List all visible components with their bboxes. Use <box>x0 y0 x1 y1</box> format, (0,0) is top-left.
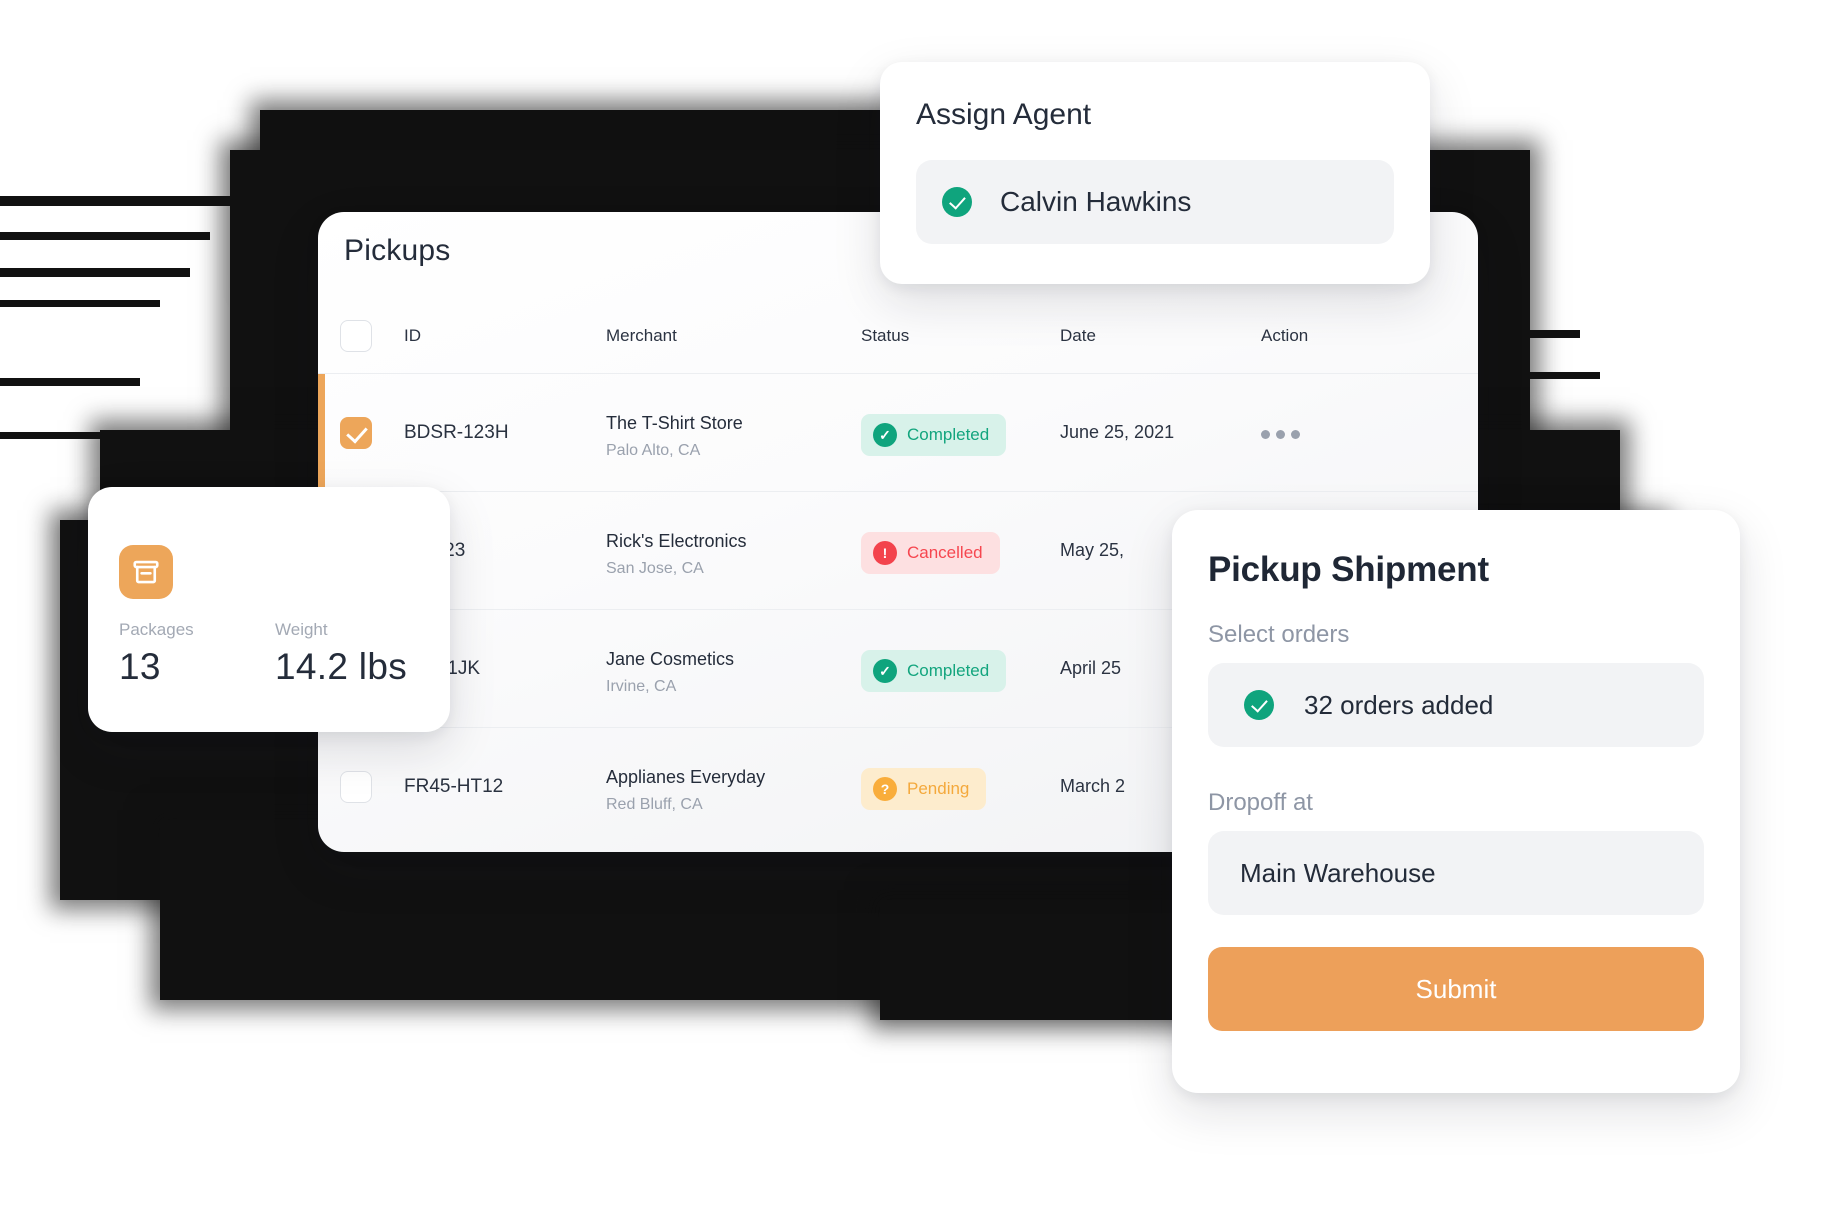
row-action-button[interactable] <box>1261 426 1300 444</box>
merchant-name: Jane Cosmetics <box>606 649 735 669</box>
merchant-name: The T-Shirt Store <box>606 413 743 433</box>
table-header-row: ID Merchant Status Date Action <box>318 304 1478 374</box>
checkbox-checked-icon[interactable] <box>340 417 372 449</box>
status-label: Completed <box>907 425 990 444</box>
more-horizontal-icon[interactable] <box>1261 430 1300 439</box>
row-checkbox[interactable] <box>340 417 372 454</box>
status-label: Pending <box>907 779 970 798</box>
agent-option[interactable]: Calvin Hawkins <box>916 160 1394 244</box>
column-header-status: Status <box>861 326 910 345</box>
status-badge: ✓ Completed <box>861 414 1007 456</box>
status-badge: ? Pending <box>861 768 987 810</box>
packages-stat: Packages 13 <box>119 620 194 688</box>
assign-agent-card: Assign Agent Calvin Hawkins <box>880 62 1430 284</box>
row-checkbox[interactable] <box>340 771 372 808</box>
agent-name: Calvin Hawkins <box>1000 186 1192 217</box>
packages-label: Packages <box>119 620 194 639</box>
cell-merchant: The T-Shirt Store Palo Alto, CA <box>606 410 743 464</box>
check-circle-icon: ✓ <box>873 423 897 447</box>
shipment-title: Pickup Shipment <box>1208 550 1489 589</box>
check-circle-icon: ✓ <box>873 659 897 683</box>
weight-value: 14.2 lbs <box>275 646 407 687</box>
weight-stat: Weight 14.2 lbs <box>275 620 407 688</box>
status-badge: ! Cancelled <box>861 532 1000 574</box>
cell-merchant: Jane Cosmetics Irvine, CA <box>606 646 734 700</box>
status-label: Completed <box>907 661 990 680</box>
column-header-action: Action <box>1261 326 1309 345</box>
cell-status: ✓ Completed <box>861 650 1007 692</box>
merchant-location: Irvine, CA <box>606 678 677 695</box>
merchant-location: Red Bluff, CA <box>606 796 703 813</box>
dropoff-value: Main Warehouse <box>1240 857 1436 888</box>
package-stats-card <box>88 487 450 732</box>
table-row[interactable]: BDSR-123H The T-Shirt Store Palo Alto, C… <box>318 374 1478 492</box>
cell-id: BDSR-123H <box>404 422 509 443</box>
packages-value: 13 <box>119 646 161 687</box>
merchant-location: San Jose, CA <box>606 560 704 577</box>
cell-date: June 25, 2021 <box>1060 422 1175 442</box>
pickup-shipment-card: Pickup Shipment Select orders 32 orders … <box>1172 510 1740 1093</box>
cell-date: March 2 <box>1060 776 1126 796</box>
assign-agent-title: Assign Agent <box>916 98 1092 131</box>
column-header-id: ID <box>404 326 421 345</box>
column-header-merchant: Merchant <box>606 326 677 345</box>
cell-merchant: Applianes Everyday Red Bluff, CA <box>606 764 765 818</box>
cell-date: April 25 <box>1060 658 1122 678</box>
cell-status: ? Pending <box>861 768 987 810</box>
dropoff-label: Dropoff at <box>1208 789 1313 816</box>
alert-circle-icon: ! <box>873 541 897 565</box>
merchant-name: Applianes Everyday <box>606 767 766 787</box>
merchant-location: Palo Alto, CA <box>606 442 701 459</box>
checkbox-icon[interactable] <box>340 771 372 803</box>
cell-date: May 25, <box>1060 540 1125 560</box>
merchant-name: Rick's Electronics <box>606 531 747 551</box>
orders-added-value: 32 orders added <box>1304 689 1494 720</box>
cell-merchant: Rick's Electronics San Jose, CA <box>606 528 746 582</box>
question-circle-icon: ? <box>873 777 897 801</box>
cell-status: ! Cancelled <box>861 532 1000 574</box>
select-all-checkbox[interactable] <box>340 320 372 352</box>
cell-id: FR45-HT12 <box>404 776 504 797</box>
status-label: Cancelled <box>907 543 983 562</box>
weight-label: Weight <box>275 620 328 639</box>
check-circle-icon <box>942 187 972 217</box>
status-badge: ✓ Completed <box>861 650 1007 692</box>
dropoff-field[interactable]: Main Warehouse <box>1208 831 1704 915</box>
cell-status: ✓ Completed <box>861 414 1007 456</box>
page-title: Pickups <box>344 234 451 267</box>
archive-box-icon <box>119 545 173 599</box>
check-circle-icon <box>1244 690 1274 720</box>
column-header-date: Date <box>1060 326 1096 345</box>
submit-button[interactable]: Submit <box>1208 947 1704 1031</box>
screenshot-root: Pickups ID Merchant Status Date Action B… <box>0 0 1822 1223</box>
select-orders-field[interactable]: 32 orders added <box>1208 663 1704 747</box>
select-orders-label: Select orders <box>1208 621 1350 648</box>
